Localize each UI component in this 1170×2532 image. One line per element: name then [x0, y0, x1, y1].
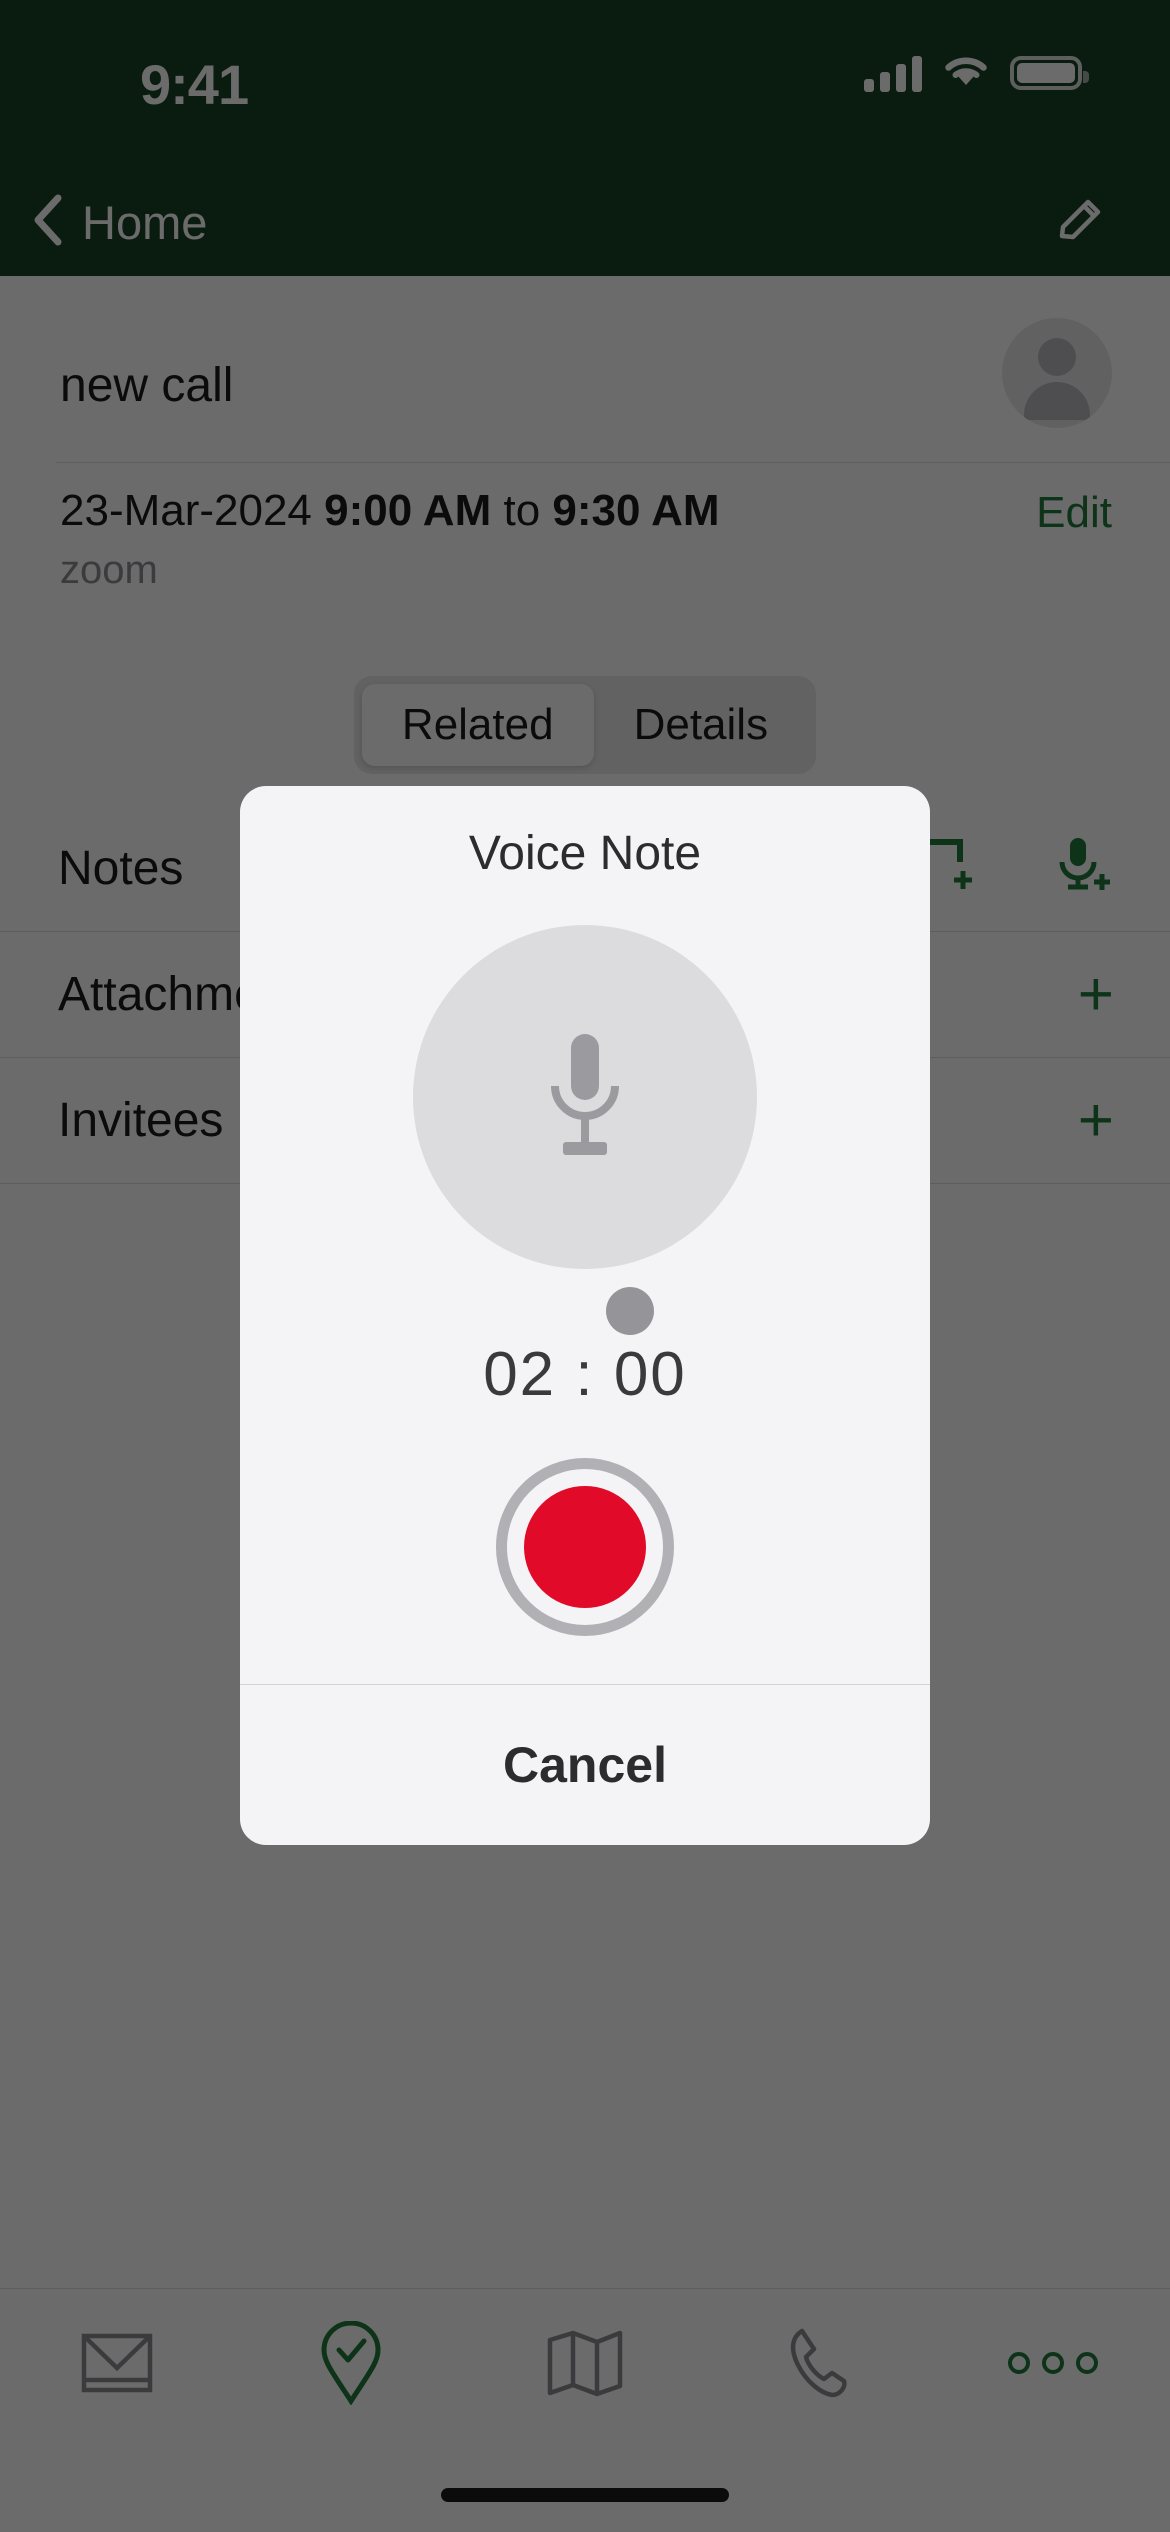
dialog-title: Voice Note: [468, 827, 702, 880]
phone-screen: 9:41: [0, 0, 1170, 2532]
mic-visual-circle: [413, 925, 757, 1269]
voice-note-dialog: Voice Note 02 : 00 Cancel: [240, 786, 930, 1845]
cancel-button[interactable]: Cancel: [240, 1685, 930, 1845]
recording-timer: 02 : 00: [483, 1340, 687, 1409]
record-button[interactable]: [496, 1458, 674, 1636]
microphone-icon: [525, 1020, 645, 1175]
audio-level-dot: [606, 1287, 654, 1335]
record-circle-icon: [524, 1486, 646, 1608]
